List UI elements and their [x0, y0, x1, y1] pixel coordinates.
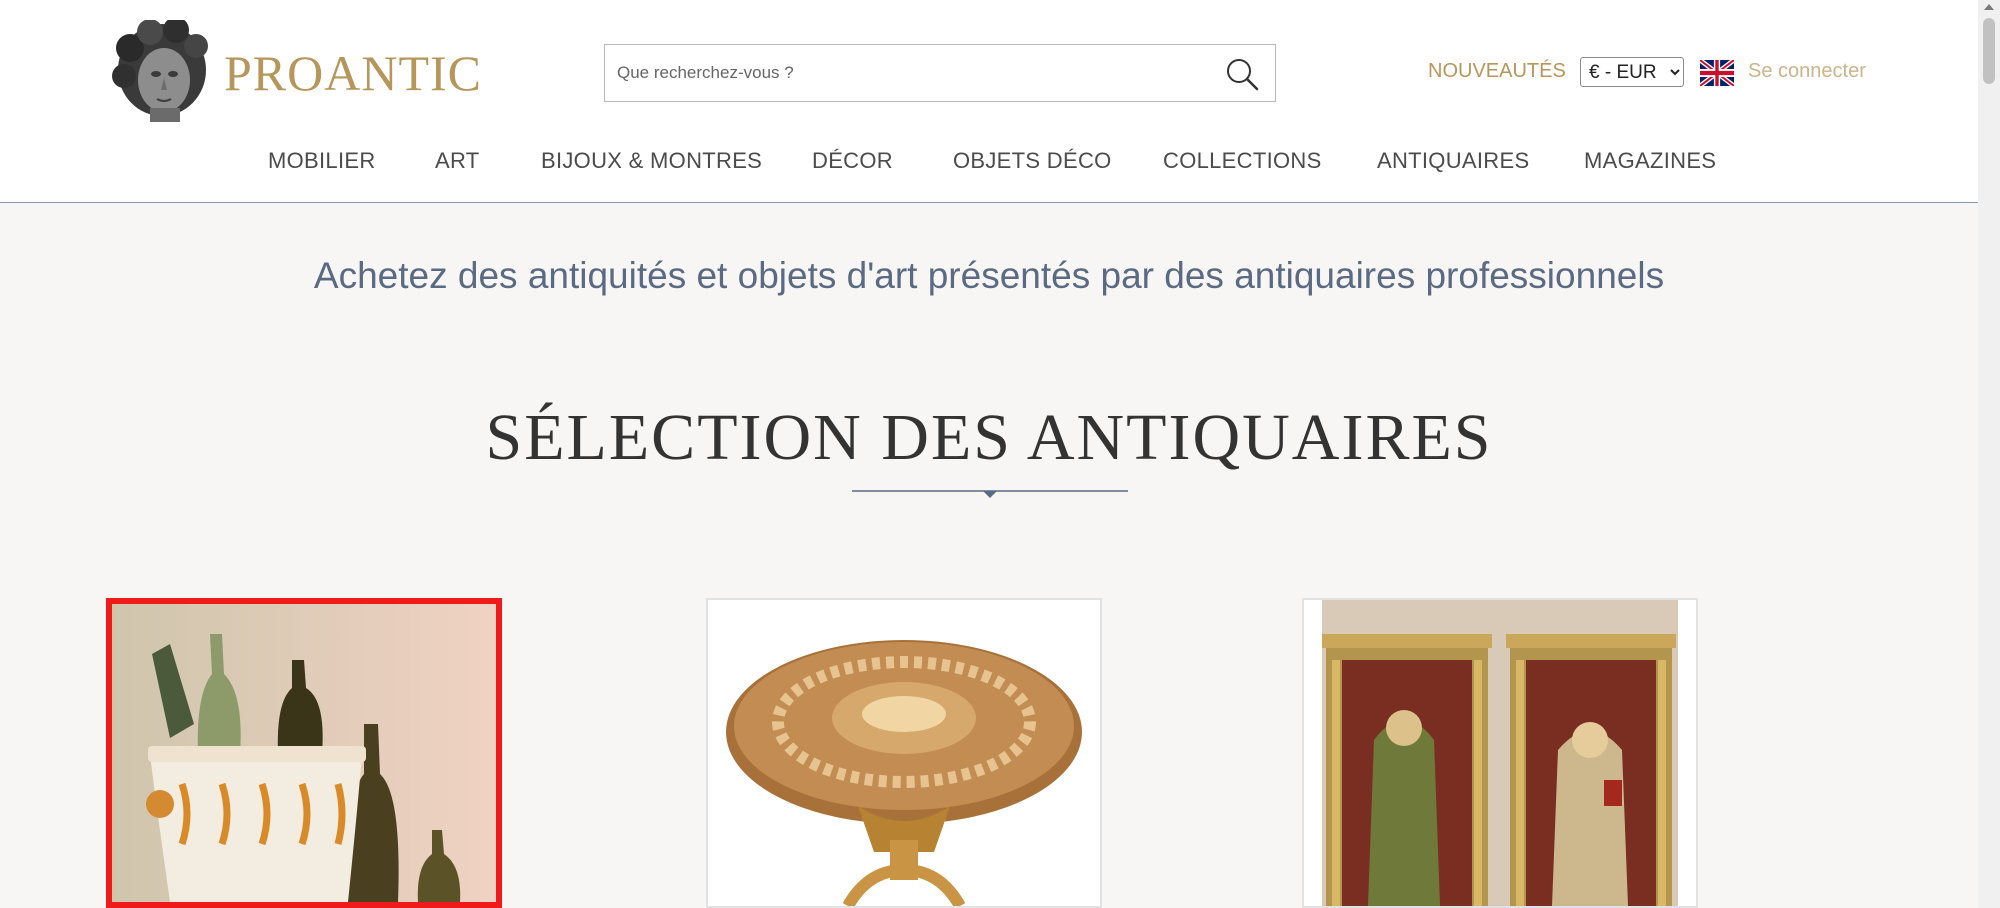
- search-input[interactable]: [605, 45, 1205, 101]
- section-title: SÉLECTION DES ANTIQUAIRES: [485, 401, 1493, 474]
- main-nav: MOBILIER ART BIJOUX & MONTRES DÉCOR OBJE…: [0, 148, 1978, 182]
- scroll-up-arrow-icon[interactable]: [1984, 4, 1994, 10]
- page-scrollbar[interactable]: [1978, 0, 2000, 908]
- product-image-pedestal-table: [708, 600, 1100, 906]
- product-card[interactable]: [1302, 598, 1698, 908]
- nouveautes-link[interactable]: NOUVEAUTÉS: [1428, 60, 1566, 83]
- logo-head-icon[interactable]: [110, 17, 210, 123]
- nav-item-objets-deco[interactable]: OBJETS DÉCO: [953, 148, 1112, 174]
- product-image-saint-panels: [1304, 600, 1696, 906]
- nav-item-antiquaires[interactable]: ANTIQUAIRES: [1377, 148, 1529, 174]
- product-image-bottles: [112, 604, 496, 902]
- nav-item-art[interactable]: ART: [435, 148, 480, 174]
- uk-flag-icon[interactable]: [1698, 57, 1736, 89]
- logo-text[interactable]: PROANTIC: [224, 44, 482, 102]
- nav-item-decor[interactable]: DÉCOR: [812, 148, 893, 174]
- product-card[interactable]: [706, 598, 1102, 908]
- scroll-thumb[interactable]: [1983, 18, 1995, 84]
- product-card[interactable]: [106, 598, 502, 908]
- title-divider: [852, 488, 1128, 502]
- login-link[interactable]: Se connecter: [1748, 60, 1866, 83]
- currency-select[interactable]: € - EUR: [1580, 57, 1684, 87]
- search-icon[interactable]: [1225, 57, 1259, 91]
- nav-item-mobilier[interactable]: MOBILIER: [268, 148, 376, 174]
- nav-item-bijoux-montres[interactable]: BIJOUX & MONTRES: [541, 148, 762, 174]
- nav-item-magazines[interactable]: MAGAZINES: [1584, 148, 1716, 174]
- nav-item-collections[interactable]: COLLECTIONS: [1163, 148, 1322, 174]
- search-box: [604, 44, 1276, 102]
- page-tagline: Achetez des antiquités et objets d'art p…: [313, 255, 1665, 296]
- site-header: PROANTIC NOUVEAUTÉS € - EUR Se connecter…: [0, 0, 1978, 203]
